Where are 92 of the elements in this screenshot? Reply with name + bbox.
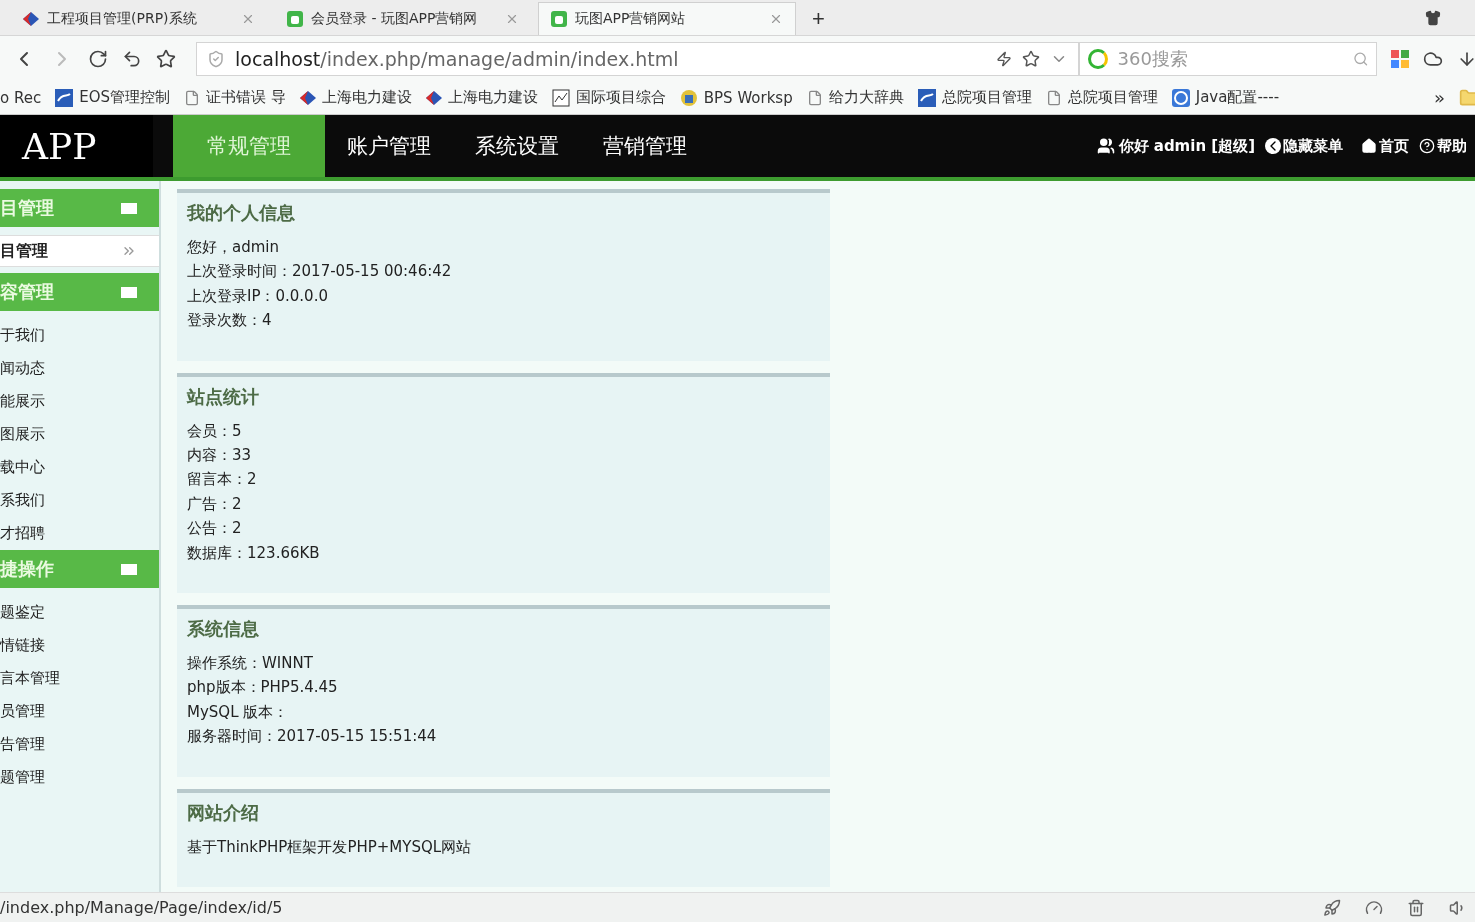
address-field[interactable]: localhost/index.php/manage/admin/index.html xyxy=(196,41,1079,76)
info-line: 内容：33 xyxy=(187,445,253,467)
nav-tab[interactable]: 系统设置 xyxy=(453,115,581,177)
user-greeting: 你好 admin [超级] xyxy=(1118,136,1255,156)
info-line: 留言本：2 xyxy=(187,469,258,491)
java-logo-icon xyxy=(1171,88,1190,107)
bookmark-link[interactable]: 国际项目综合 xyxy=(551,88,666,107)
sidebar-link[interactable]: 才招聘 xyxy=(0,517,159,550)
users-icon xyxy=(1096,137,1115,155)
more-bookmarks-button[interactable]: » xyxy=(1434,87,1445,108)
page-icon xyxy=(806,89,823,106)
status-url: /index.php/Manage/Page/index/id/5 xyxy=(0,898,284,917)
nav-tab[interactable]: 营销管理 xyxy=(581,115,709,177)
nav-tab[interactable]: 账户管理 xyxy=(325,115,453,177)
rocket-icon[interactable] xyxy=(1323,898,1341,917)
grid-icon[interactable] xyxy=(1391,49,1409,68)
gauge-icon[interactable] xyxy=(1365,898,1383,917)
sidebar-link[interactable]: 闻动态 xyxy=(0,352,159,385)
bookmark-link[interactable]: 总院项目管理 xyxy=(1045,88,1158,107)
sidebar-link[interactable]: 言本管理 xyxy=(0,662,159,695)
bookmark-link[interactable]: o Rec xyxy=(0,88,42,107)
reload-icon[interactable] xyxy=(88,48,108,69)
sidebar-link[interactable]: 于我们 xyxy=(0,319,159,352)
search-box[interactable]: 360搜索 xyxy=(1079,41,1377,76)
bookmark-link[interactable]: 上海电力建设 xyxy=(425,88,538,107)
sidebar-link[interactable]: 情链接 xyxy=(0,629,159,662)
info-line: 您好，admin xyxy=(187,237,280,258)
sidebar-link[interactable]: 系我们 xyxy=(0,484,159,517)
sidebar-link[interactable]: 题鉴定 xyxy=(0,596,159,629)
page-icon xyxy=(184,89,200,106)
shield-icon xyxy=(207,49,225,68)
bookmark-link[interactable]: 上海电力建设 xyxy=(299,88,412,107)
info-line: 广告：2 xyxy=(187,493,243,515)
app-logo-icon xyxy=(287,11,303,27)
sidebar-item[interactable]: 目管理 xyxy=(0,235,159,267)
panel-title: 我的个人信息 xyxy=(187,201,296,225)
ring-logo-icon xyxy=(1088,48,1108,69)
star-icon[interactable] xyxy=(1022,49,1040,68)
info-line: php版本：PHP5.4.45 xyxy=(187,677,339,699)
diamond-logo-icon xyxy=(23,12,39,26)
undo-icon[interactable] xyxy=(122,48,142,69)
home-link[interactable]: 首页 xyxy=(1361,136,1409,156)
diamond-logo-icon xyxy=(425,90,442,105)
trash-icon[interactable] xyxy=(1407,898,1425,917)
lightning-icon[interactable] xyxy=(996,50,1012,67)
badge-icon xyxy=(679,88,698,107)
sidebar-link[interactable]: 能展示 xyxy=(0,385,159,418)
bookmark-link[interactable]: 总院项目管理 xyxy=(917,88,1032,107)
swoosh-logo-icon xyxy=(917,88,936,107)
close-icon[interactable] xyxy=(769,12,783,26)
sidebar-link[interactable]: 图展示 xyxy=(0,418,159,451)
info-line: 会员：5 xyxy=(187,420,243,442)
bookmark-link[interactable]: Java配置---- xyxy=(1171,88,1280,107)
site-logo: APP xyxy=(0,115,153,177)
back-circle-icon xyxy=(1265,138,1281,154)
sidebar-link[interactable]: 告管理 xyxy=(0,728,159,761)
diamond-logo-icon xyxy=(299,90,316,105)
shirt-icon[interactable] xyxy=(1425,10,1441,26)
hide-menu-link[interactable]: 隐藏菜单 xyxy=(1265,136,1343,156)
star-icon[interactable] xyxy=(156,48,176,69)
bookmark-link[interactable]: EOS管理控制 xyxy=(55,88,170,107)
info-line: 公告：2 xyxy=(187,518,243,540)
app-logo-icon xyxy=(551,11,567,27)
page-icon xyxy=(1045,89,1062,106)
help-icon xyxy=(1419,138,1435,154)
new-tab-button[interactable]: + xyxy=(802,2,835,35)
info-line: 登录次数：4 xyxy=(187,310,273,332)
help-link[interactable]: 帮助 xyxy=(1419,136,1467,156)
swoosh-logo-icon xyxy=(55,88,74,107)
panel-title: 站点统计 xyxy=(187,384,260,409)
sidebar-link[interactable]: 载中心 xyxy=(0,451,159,484)
info-line: MySQL 版本： xyxy=(187,701,290,723)
browser-tab[interactable]: 会员登录 - 玩图APP营销网 xyxy=(274,2,532,35)
search-field[interactable]: 360搜索 xyxy=(1115,47,1345,70)
panel-title: 系统信息 xyxy=(187,617,260,642)
bookmark-link[interactable]: 给力大辞典 xyxy=(806,88,904,107)
sidebar-link[interactable]: 员管理 xyxy=(0,695,159,728)
info-line: 上次登录时间：2017-05-15 00:46:42 xyxy=(187,261,453,283)
chart-icon xyxy=(551,88,570,107)
bookmark-link[interactable]: 证书错误 导 xyxy=(184,88,286,107)
bookmark-link[interactable]: BPS Worksp xyxy=(679,88,793,107)
info-line: 操作系统：WINNT xyxy=(187,653,314,675)
browser-tab[interactable]: 玩图APP营销网站 xyxy=(538,2,796,35)
url-text: localhost/index.php/manage/admin/index.html xyxy=(235,47,680,70)
panel-title: 网站介绍 xyxy=(187,800,260,825)
browser-tab[interactable]: 工程项目管理(PRP)系统 xyxy=(10,2,268,35)
sidebar-link[interactable]: 题管理 xyxy=(0,761,159,794)
info-line: 数据库：123.66KB xyxy=(187,542,321,564)
home-icon xyxy=(1361,138,1377,154)
info-line: 服务器时间：2017-05-15 15:51:44 xyxy=(187,726,438,748)
info-line: 基于ThinkPHP框架开发PHP+MYSQL网站 xyxy=(187,836,473,858)
info-line: 上次登录IP：0.0.0.0 xyxy=(187,285,329,307)
